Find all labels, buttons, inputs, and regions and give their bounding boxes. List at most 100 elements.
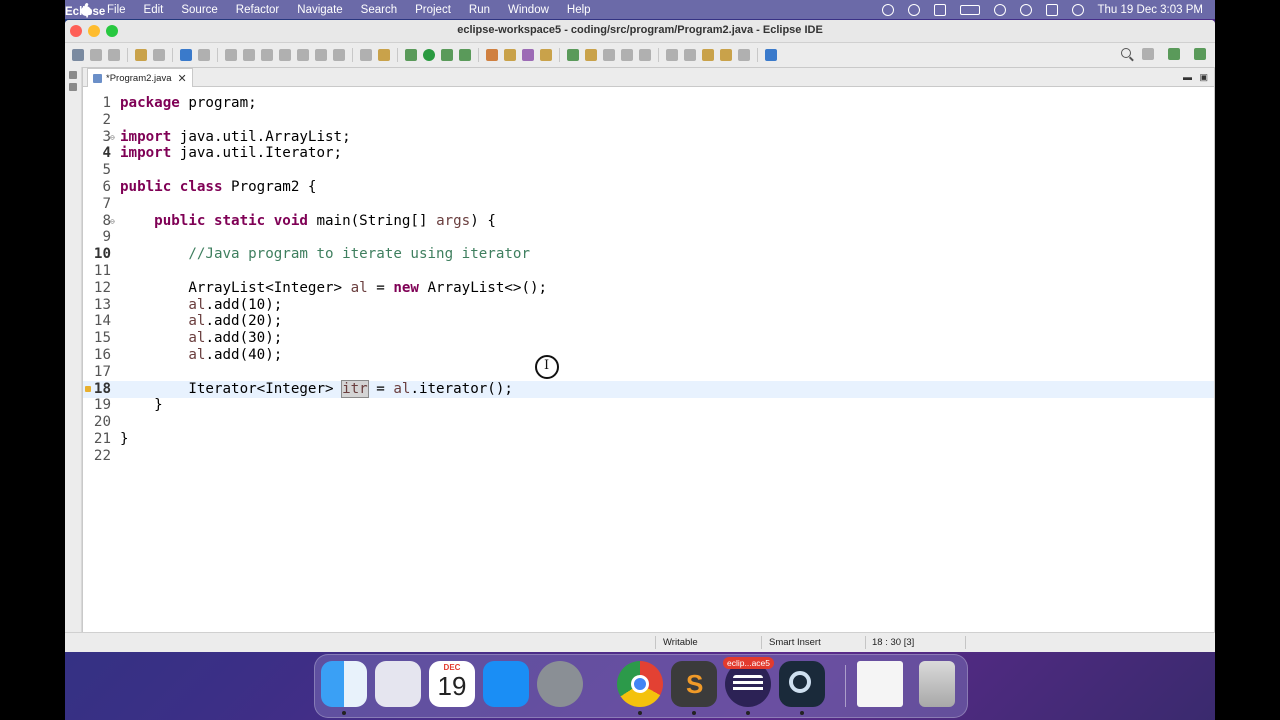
wand-icon[interactable] (378, 49, 390, 61)
open-perspective-icon[interactable] (1142, 48, 1154, 60)
code-line[interactable]: 22 (83, 448, 1214, 465)
code-line[interactable]: 7 (83, 196, 1214, 213)
menu-edit[interactable]: Edit (144, 4, 164, 16)
menu-help[interactable]: Help (567, 4, 591, 16)
code-line[interactable]: 3 ⊖ import java.util.ArrayList; (83, 129, 1214, 146)
code-text[interactable]: package program; (120, 95, 257, 112)
search-icon[interactable] (1121, 48, 1131, 58)
wifi-icon[interactable] (993, 3, 1006, 16)
control-center-icon[interactable] (1045, 3, 1058, 16)
menu-project[interactable]: Project (415, 4, 451, 16)
step-return-icon[interactable] (333, 49, 345, 61)
disconnect-icon[interactable] (279, 49, 291, 61)
code-line[interactable]: 16 al.add(40); (83, 347, 1214, 364)
system-preferences-app-icon[interactable] (537, 661, 583, 707)
back-icon[interactable] (720, 49, 732, 61)
external-tools-icon[interactable] (459, 49, 471, 61)
terminate-icon[interactable] (261, 49, 273, 61)
undo-icon[interactable] (135, 49, 147, 61)
window-titlebar[interactable]: eclipse-workspace5 - coding/src/program/… (65, 20, 1215, 43)
siri-icon[interactable] (1071, 3, 1084, 16)
code-text[interactable]: } (120, 431, 129, 448)
open-task-icon[interactable] (522, 49, 534, 61)
code-text[interactable]: public static void main(String[] args) { (120, 213, 496, 230)
code-line[interactable]: 2 (83, 112, 1214, 129)
app-store-app-icon[interactable] (483, 661, 529, 707)
finder-app-icon[interactable] (321, 661, 367, 715)
code-text[interactable]: Iterator<Integer> itr = al.iterator(); (120, 379, 513, 398)
use-step-filters-icon[interactable] (360, 49, 372, 61)
keyboard-icon[interactable] (933, 3, 946, 16)
new-icon[interactable] (72, 49, 84, 61)
debug-icon[interactable] (405, 49, 417, 61)
code-text[interactable]: al.add(20); (120, 313, 282, 330)
code-line[interactable]: 15 al.add(30); (83, 330, 1214, 347)
calendar-app-icon[interactable]: DEC 19 (429, 661, 475, 707)
menu-navigate[interactable]: Navigate (297, 4, 342, 16)
code-line[interactable]: 1 package program; (83, 95, 1214, 112)
spotlight-search-icon[interactable] (1019, 3, 1032, 16)
previous-annotation-icon[interactable] (684, 49, 696, 61)
code-line[interactable]: 17 (83, 364, 1214, 381)
quicktime-app-icon[interactable] (779, 661, 825, 715)
code-line[interactable]: 8 ⊖ public static void main(String[] args… (83, 213, 1214, 230)
code-text[interactable]: al.add(30); (120, 330, 282, 347)
save-all-icon[interactable] (108, 49, 120, 61)
toggle-breadcrumb-icon[interactable] (567, 49, 579, 61)
code-line[interactable]: 20 (83, 414, 1214, 431)
battery-icon[interactable] (959, 4, 980, 15)
code-text[interactable]: } (120, 397, 163, 414)
play-circle-icon[interactable] (907, 3, 920, 16)
chrome-app-icon[interactable] (617, 661, 663, 715)
code-text[interactable]: ArrayList<Integer> al = new ArrayList<>(… (120, 280, 547, 297)
launchpad-app-icon[interactable] (375, 661, 421, 707)
code-line[interactable]: 4 import java.util.Iterator; (83, 145, 1214, 162)
forward-icon[interactable] (738, 49, 750, 61)
search-tool-icon[interactable] (540, 49, 552, 61)
fold-toggle-icon[interactable]: ⊖ (110, 129, 115, 146)
resume-icon[interactable] (225, 49, 237, 61)
code-text[interactable]: public class Program2 { (120, 179, 316, 196)
sublime-text-app-icon[interactable] (671, 661, 717, 715)
code-line[interactable]: 14 al.add(20); (83, 313, 1214, 330)
menu-bar-clock[interactable]: Thu 19 Dec 3:03 PM (1098, 4, 1203, 16)
open-type-icon[interactable] (486, 49, 498, 61)
step-over-icon[interactable] (315, 49, 327, 61)
code-text[interactable]: al.add(10); (120, 297, 282, 314)
coverage-icon[interactable] (441, 49, 453, 61)
pin-editor-icon[interactable] (765, 49, 777, 61)
step-into-icon[interactable] (297, 49, 309, 61)
trash-icon[interactable] (919, 661, 955, 707)
run-icon[interactable] (423, 49, 435, 61)
menu-window[interactable]: Window (508, 4, 549, 16)
open-folder-icon[interactable] (504, 49, 516, 61)
record-stop-icon[interactable] (881, 3, 894, 16)
warning-marker-icon[interactable] (85, 385, 91, 392)
last-edit-location-icon[interactable] (702, 49, 714, 61)
code-line[interactable]: 18 Iterator<Integer> itr = al.iterator()… (83, 379, 1214, 398)
show-whitespace-icon[interactable] (639, 49, 651, 61)
package-explorer-icon[interactable] (69, 83, 77, 91)
menu-run[interactable]: Run (469, 4, 490, 16)
toggle-block-selection-icon[interactable] (603, 49, 615, 61)
minimize-editor-icon[interactable]: ▬ (1183, 72, 1192, 82)
next-annotation-icon[interactable] (666, 49, 678, 61)
word-wrap-icon[interactable] (621, 49, 633, 61)
menu-search[interactable]: Search (361, 4, 397, 16)
code-text[interactable]: //Java program to iterate using iterator (120, 246, 530, 263)
close-tab-icon[interactable]: ✕ (177, 72, 186, 85)
preview-window-thumbnail[interactable] (857, 661, 903, 707)
restore-icon[interactable] (69, 71, 77, 79)
code-line[interactable]: 10 //Java program to iterate using itera… (83, 246, 1214, 263)
code-line[interactable]: 19 } (83, 397, 1214, 414)
menu-source[interactable]: Source (181, 4, 217, 16)
java-perspective-icon[interactable] (1168, 48, 1180, 60)
maximize-editor-icon[interactable]: ▣ (1199, 72, 1208, 83)
mark-occurrences-icon[interactable] (585, 49, 597, 61)
editor-tab-program2[interactable]: *Program2.java ✕ (87, 68, 193, 87)
terminal-icon[interactable] (180, 49, 192, 61)
code-line[interactable]: 5 (83, 162, 1214, 179)
fold-toggle-icon[interactable]: ⊖ (110, 213, 115, 230)
code-line[interactable]: 9 (83, 229, 1214, 246)
menu-refactor[interactable]: Refactor (236, 4, 279, 16)
